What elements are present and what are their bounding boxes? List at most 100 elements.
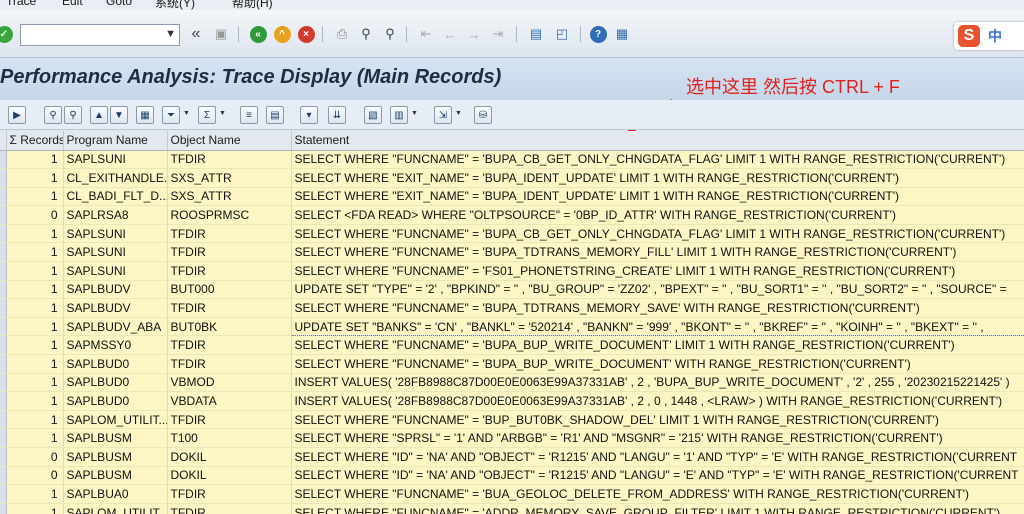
cell-object-name[interactable]: ROOSPRMSC [167, 205, 292, 225]
ime-language[interactable]: 中 [988, 26, 1002, 46]
first-page-icon[interactable]: ⇤ [416, 24, 436, 44]
cell-program-name[interactable]: SAPLRSA8 [63, 205, 168, 225]
table-row[interactable]: 0 SAPLBUSM DOKIL SELECT WHERE "ID" = 'NA' A… [0, 466, 1024, 486]
cell-records[interactable]: 1 [6, 335, 64, 356]
cell-statement[interactable]: UPDATE SET "BANKS" = 'CN' , "BANKL" = '5… [290, 316, 1024, 337]
cell-records[interactable]: 1 [6, 391, 64, 411]
cell-program-name[interactable]: SAPLBUD0 [63, 354, 168, 374]
back-icon[interactable]: « [248, 24, 268, 44]
cell-object-name[interactable]: BUT0BK [167, 317, 292, 337]
cell-records[interactable]: 1 [6, 280, 64, 300]
cell-object-name[interactable]: SXS_ATTR [167, 168, 292, 188]
table-row[interactable]: 1 SAPLSUNI TFDIR SELECT WHERE "FUNCNAME" = … [0, 224, 1024, 244]
cell-object-name[interactable]: TFDIR [167, 354, 292, 374]
next-page-icon[interactable]: → [464, 24, 484, 44]
cell-program-name[interactable]: CL_EXITHANDLE... [63, 168, 168, 188]
back-chevron-icon[interactable]: « [186, 24, 206, 44]
cell-statement[interactable]: UPDATE SET "TYPE" = '2' , "BPKIND" = '' … [291, 280, 1024, 300]
help-icon[interactable]: ? [588, 24, 608, 44]
cell-records[interactable]: 1 [6, 150, 64, 170]
cell-records[interactable]: 1 [6, 503, 64, 514]
cell-records[interactable]: 1 [6, 168, 64, 188]
cell-object-name[interactable]: TFDIR [167, 242, 292, 263]
find-icon[interactable]: ⚲ [44, 106, 62, 124]
subtotal-icon[interactable]: ≡ [240, 106, 258, 124]
table-row[interactable]: 1 SAPLOM_UTILIT... TFDIR SELECT WHERE "FUNC… [0, 503, 1024, 514]
table-row[interactable]: 1 CL_BADI_FLT_D... SXS_ATTR SELECT WHERE "E… [0, 187, 1024, 207]
table-row[interactable]: 1 SAPLBUA0 TFDIR SELECT WHERE "FUNCNAME" = … [0, 484, 1024, 504]
cell-statement[interactable]: SELECT WHERE "FUNCNAME" = 'BUA_GEOLOC_DE… [291, 484, 1024, 504]
cell-statement[interactable]: SELECT <FDA READ> WHERE "OLTPSOURCE" = '… [291, 205, 1024, 225]
cell-program-name[interactable]: SAPLSUNI [63, 242, 168, 263]
cell-object-name[interactable]: DOKIL [167, 447, 292, 467]
ime-toolbar[interactable]: S 中 [954, 22, 1024, 50]
menu-system[interactable]: 系统(Y) [155, 0, 195, 10]
view-icon[interactable]: ▥ [390, 106, 408, 124]
cell-object-name[interactable]: TFDIR [167, 150, 292, 170]
cell-program-name[interactable]: SAPLBUDV [63, 298, 168, 318]
enter-icon[interactable]: ✓ [0, 24, 14, 44]
cell-statement[interactable]: SELECT WHERE "FUNCNAME" = 'BUPA_TDTRANS_… [291, 242, 1024, 263]
menu-edit[interactable]: Edit [62, 0, 83, 8]
cell-program-name[interactable]: SAPMSSY0 [63, 335, 168, 356]
cell-records[interactable]: 1 [6, 373, 64, 393]
cell-statement[interactable]: SELECT WHERE "SPRSL" = '1' AND "ARBGB" =… [291, 428, 1024, 448]
command-field[interactable]: ▼ [20, 24, 180, 46]
save-icon[interactable]: ▣ [211, 24, 231, 44]
cell-statement[interactable]: SELECT WHERE "ID" = 'NA' AND "OBJECT" = … [291, 466, 1024, 486]
cell-program-name[interactable]: SAPLOM_UTILIT... [63, 410, 168, 430]
menu-help[interactable]: 帮助(H) [232, 0, 273, 10]
cell-object-name[interactable]: TFDIR [167, 298, 292, 318]
cell-object-name[interactable]: TFDIR [167, 335, 292, 356]
cell-records[interactable]: 0 [6, 205, 64, 225]
cell-records[interactable]: 1 [6, 224, 64, 244]
export-icon[interactable]: ⇲ [434, 106, 452, 124]
expand-icon[interactable]: ▶ [8, 106, 26, 124]
cell-records[interactable]: 1 [6, 261, 64, 281]
cell-object-name[interactable]: T100 [167, 428, 292, 448]
cell-program-name[interactable]: SAPLBUDV [63, 280, 168, 300]
cell-statement[interactable]: SELECT WHERE "FUNCNAME" = 'BUPA_CB_GET_O… [291, 150, 1024, 170]
cell-object-name[interactable]: TFDIR [167, 410, 292, 430]
export-dropdown-icon[interactable]: ▼ [455, 110, 462, 117]
cell-statement[interactable]: SELECT WHERE "FUNCNAME" = 'ADDR_MEMORY_S… [291, 503, 1024, 514]
sort-descending-icon[interactable]: ▼ [110, 106, 128, 124]
cell-statement[interactable]: INSERT VALUES( '28FB8988C87D00E0E0063E99… [291, 373, 1024, 393]
filter-icon[interactable]: ⏷ [162, 106, 180, 124]
cell-program-name[interactable]: SAPLBUSM [63, 428, 168, 448]
cell-program-name[interactable]: SAPLBUDV_ABA [63, 317, 168, 337]
table-row[interactable]: 1 SAPLBUD0 TFDIR SELECT WHERE "FUNCNAME" = … [0, 354, 1024, 374]
cell-records[interactable]: 1 [6, 354, 64, 374]
table-row[interactable]: 1 SAPLOM_UTILIT... TFDIR SELECT WHERE "FUNC… [0, 410, 1024, 430]
filter-dropdown-icon[interactable]: ▼ [183, 110, 190, 117]
cell-program-name[interactable]: SAPLBUSM [63, 447, 168, 467]
cell-object-name[interactable]: TFDIR [167, 503, 292, 514]
cell-records[interactable]: 1 [6, 242, 64, 263]
table-row[interactable]: 1 SAPLBUDV_ABA BUT0BK UPDATE SET "BANKS" = … [0, 316, 1024, 337]
last-page-icon[interactable]: ⇥ [488, 24, 508, 44]
previous-page-icon[interactable]: ← [440, 24, 460, 44]
cell-program-name[interactable]: SAPLOM_UTILIT... [63, 503, 168, 514]
cell-program-name[interactable]: SAPLSUNI [63, 150, 168, 170]
table-row[interactable]: 1 SAPLBUDV TFDIR SELECT WHERE "FUNCNAME" = … [0, 298, 1024, 318]
cell-statement[interactable]: SELECT WHERE "FUNCNAME" = 'BUPA_TDTRANS_… [291, 298, 1024, 318]
table-row[interactable]: 0 SAPLBUSM DOKIL SELECT WHERE "ID" = 'NA' A… [0, 447, 1024, 467]
cell-statement[interactable]: SELECT WHERE "FUNCNAME" = 'FS01_PHONETST… [291, 261, 1024, 281]
table-row[interactable]: 1 SAPLSUNI TFDIR SELECT WHERE "FUNCNAME" = … [0, 150, 1024, 170]
cell-object-name[interactable]: VBDATA [167, 391, 292, 411]
cell-records[interactable]: 1 [6, 317, 64, 337]
find-next-icon[interactable]: ⚲ [380, 24, 400, 44]
cell-statement[interactable]: INSERT VALUES( '28FB8988C87D00E0E0063E99… [291, 391, 1024, 411]
cell-program-name[interactable]: SAPLSUNI [63, 224, 168, 244]
cell-records[interactable]: 1 [6, 187, 64, 207]
cell-statement[interactable]: SELECT WHERE "ID" = 'NA' AND "OBJECT" = … [291, 447, 1024, 467]
table-row[interactable]: 1 SAPLBUD0 VBMOD INSERT VALUES( '28FB8988C8… [0, 373, 1024, 393]
cell-object-name[interactable]: BUT000 [167, 280, 292, 300]
database-icon[interactable]: ⛁ [474, 106, 492, 124]
cell-statement[interactable]: SELECT WHERE "FUNCNAME" = 'BUPA_CB_GET_O… [291, 224, 1024, 244]
create-session-icon[interactable]: ▤ [526, 24, 546, 44]
table-row[interactable]: 1 SAPMSSY0 TFDIR SELECT WHERE "FUNCNAME" = … [0, 335, 1024, 356]
cell-statement[interactable]: SELECT WHERE "FUNCNAME" = 'BUP_BUT0BK_SH… [291, 410, 1024, 430]
menu-goto[interactable]: Goto [106, 0, 132, 8]
cancel-icon[interactable]: × [296, 24, 316, 44]
